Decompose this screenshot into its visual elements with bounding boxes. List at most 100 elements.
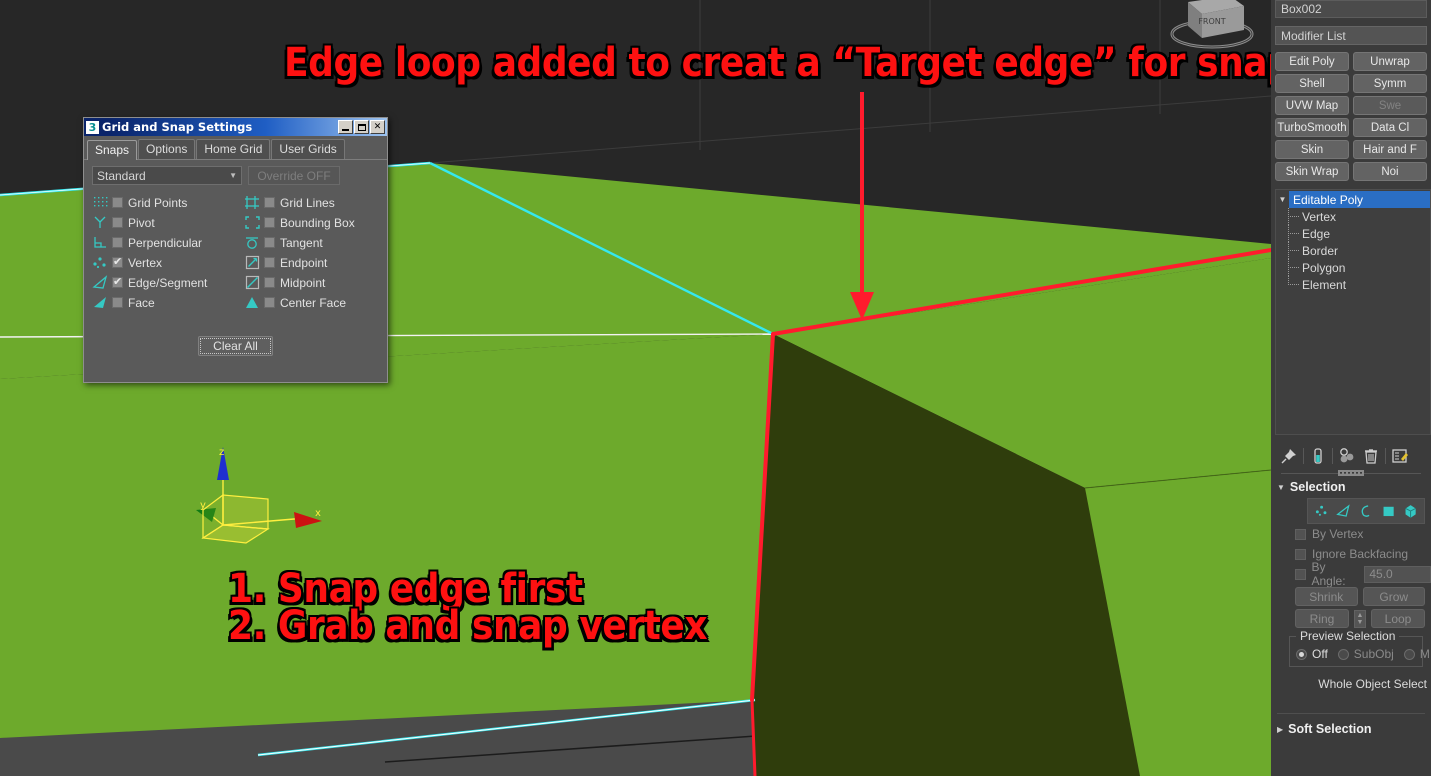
stack-subobject-polygon[interactable]: Polygon [1276, 259, 1430, 276]
delete-modifier-button[interactable] [1361, 446, 1381, 466]
vertex-subobject-icon[interactable] [1314, 502, 1329, 520]
by-angle-checkbox[interactable] [1295, 568, 1306, 580]
snap-preset-dropdown[interactable]: Standard ▼ [92, 166, 242, 185]
ring-loop-spinner[interactable]: ▲ ▼ [1354, 609, 1366, 628]
dialog-titlebar[interactable]: 3 Grid and Snap Settings ✕ [84, 118, 387, 136]
preview-radio-subobj[interactable]: SubObj [1337, 647, 1394, 661]
modifier-button-skin-wrap[interactable]: Skin Wrap [1275, 162, 1349, 181]
modifier-button-unwrap[interactable]: Unwrap [1353, 52, 1427, 71]
stack-subobject-edge[interactable]: Edge [1276, 225, 1430, 242]
radio-dot-icon [1337, 648, 1349, 660]
override-toggle-button[interactable]: Override OFF [248, 166, 340, 185]
ignore-backfacing-checkbox[interactable] [1295, 548, 1306, 560]
by-vertex-checkbox[interactable] [1295, 528, 1306, 540]
minimize-button[interactable] [338, 120, 353, 134]
pivot-icon [94, 216, 106, 228]
modifier-stack[interactable]: ▼ Editable Poly Vertex Edge Border Polyg… [1275, 189, 1431, 435]
modifier-button-edit-poly[interactable]: Edit Poly [1275, 52, 1349, 71]
snap-checkbox-midpoint[interactable] [264, 277, 275, 288]
annotation-step-2: 2. Grab and snap vertex [228, 603, 708, 649]
modifier-list-dropdown[interactable]: Modifier List [1275, 26, 1427, 45]
snap-checkbox-perpendicular[interactable] [112, 237, 123, 248]
ring-button[interactable]: Ring [1295, 609, 1349, 628]
make-unique-button[interactable] [1337, 446, 1357, 466]
spinner-down-icon: ▼ [1356, 618, 1364, 626]
modifier-button-shell[interactable]: Shell [1275, 74, 1349, 93]
modifier-button-data-channel[interactable]: Data Cl [1353, 118, 1427, 137]
stack-item-editable-poly[interactable]: ▼ Editable Poly [1276, 191, 1430, 208]
by-angle-spinner[interactable]: 45.0 [1364, 565, 1431, 583]
tab-snaps[interactable]: Snaps [87, 140, 138, 160]
snap-item-tangent[interactable]: Tangent [244, 233, 396, 252]
configure-sets-button[interactable] [1390, 446, 1410, 466]
modifier-button-hair-and-fur[interactable]: Hair and F [1353, 140, 1427, 159]
modifier-button-noise[interactable]: Noi [1353, 162, 1427, 181]
snap-item-midpoint[interactable]: Midpoint [244, 273, 396, 292]
grow-button[interactable]: Grow [1362, 587, 1425, 606]
snap-item-grid-points[interactable]: Grid Points [92, 193, 244, 212]
snap-item-perpendicular[interactable]: Perpendicular [92, 233, 244, 252]
selection-rollout-header[interactable]: ▼ Selection [1271, 474, 1431, 498]
toolbar-divider [1332, 448, 1333, 464]
snap-checkbox-pivot[interactable] [112, 217, 123, 228]
show-end-result-button[interactable] [1308, 446, 1328, 466]
pin-stack-icon [1281, 449, 1296, 464]
snap-checkbox-grid-points[interactable] [112, 197, 123, 208]
preview-option-label: M [1419, 647, 1430, 661]
snap-item-grid-lines[interactable]: Grid Lines [244, 193, 396, 212]
snap-item-face[interactable]: Face [92, 293, 244, 312]
snap-item-bounding-box[interactable]: Bounding Box [244, 213, 396, 232]
maximize-button[interactable] [354, 120, 369, 134]
app-root: z x y FRONT Edge loop added to creat a “… [0, 0, 1431, 776]
by-vertex-row[interactable]: By Vertex [1271, 524, 1431, 544]
stack-subobject-border[interactable]: Border [1276, 242, 1430, 259]
edge-subobject-icon[interactable] [1336, 502, 1351, 520]
snap-checkbox-grid-lines[interactable] [264, 197, 275, 208]
preview-radio-multi[interactable]: M [1403, 647, 1430, 661]
by-angle-row[interactable]: By Angle: 45.0 [1271, 560, 1431, 588]
snap-item-endpoint[interactable]: Endpoint [244, 253, 396, 272]
soft-selection-rollout-header[interactable]: ▶ Soft Selection [1271, 714, 1431, 736]
modifier-button-uvw-map[interactable]: UVW Map [1275, 96, 1349, 115]
chevron-down-icon[interactable]: ▼ [1276, 195, 1289, 204]
stack-subobject-element[interactable]: Element [1276, 276, 1430, 293]
snap-checkbox-center-face[interactable] [264, 297, 275, 308]
snap-checkbox-tangent[interactable] [264, 237, 275, 248]
modifier-button-symmetry[interactable]: Symm [1353, 74, 1427, 93]
snap-item-edge-segment[interactable]: Edge/Segment [92, 273, 244, 292]
snap-checkbox-endpoint[interactable] [264, 257, 275, 268]
modifier-button-sweep[interactable]: Swe [1353, 96, 1427, 115]
snap-checkbox-face[interactable] [112, 297, 123, 308]
modifier-button-turbosmooth[interactable]: TurboSmooth [1275, 118, 1349, 137]
snap-checkbox-bounding-box[interactable] [264, 217, 275, 228]
tab-user-grids[interactable]: User Grids [271, 139, 345, 159]
chevron-down-icon: ▼ [1277, 482, 1285, 492]
dialog-tabs[interactable]: Snaps Options Home Grid User Grids [84, 136, 387, 160]
configure-sets-icon [1392, 449, 1408, 463]
tangent-icon [246, 237, 258, 249]
stack-subobject-vertex[interactable]: Vertex [1276, 208, 1430, 225]
snap-item-pivot[interactable]: Pivot [92, 213, 244, 232]
polygon-subobject-icon[interactable] [1381, 502, 1396, 520]
clear-all-button[interactable]: Clear All [198, 336, 273, 356]
snap-checkbox-vertex[interactable] [112, 255, 123, 268]
preview-radio-off[interactable]: Off [1296, 647, 1328, 661]
edge-segment-icon [92, 275, 108, 289]
modifier-button-grid: Edit Poly Unwrap Shell Symm UVW Map Swe … [1271, 45, 1431, 181]
close-button[interactable]: ✕ [370, 120, 385, 134]
border-subobject-icon[interactable] [1358, 502, 1373, 520]
tab-home-grid[interactable]: Home Grid [196, 139, 271, 159]
pin-stack-button[interactable] [1279, 446, 1299, 466]
object-name-field[interactable]: Box002 [1275, 0, 1427, 18]
panel-resize-divider[interactable] [1281, 470, 1421, 476]
element-subobject-icon[interactable] [1403, 502, 1418, 520]
tab-options[interactable]: Options [138, 139, 196, 159]
snap-item-center-face[interactable]: Center Face [244, 293, 396, 312]
tree-line-icon [1276, 225, 1302, 242]
grid-and-snap-settings-dialog[interactable]: 3 Grid and Snap Settings ✕ Snaps Options… [83, 117, 388, 383]
snap-item-vertex[interactable]: Vertex [92, 253, 244, 272]
shrink-button[interactable]: Shrink [1295, 587, 1358, 606]
modifier-button-skin[interactable]: Skin [1275, 140, 1349, 159]
snap-checkbox-edge-segment[interactable] [112, 275, 123, 288]
loop-button[interactable]: Loop [1371, 609, 1425, 628]
